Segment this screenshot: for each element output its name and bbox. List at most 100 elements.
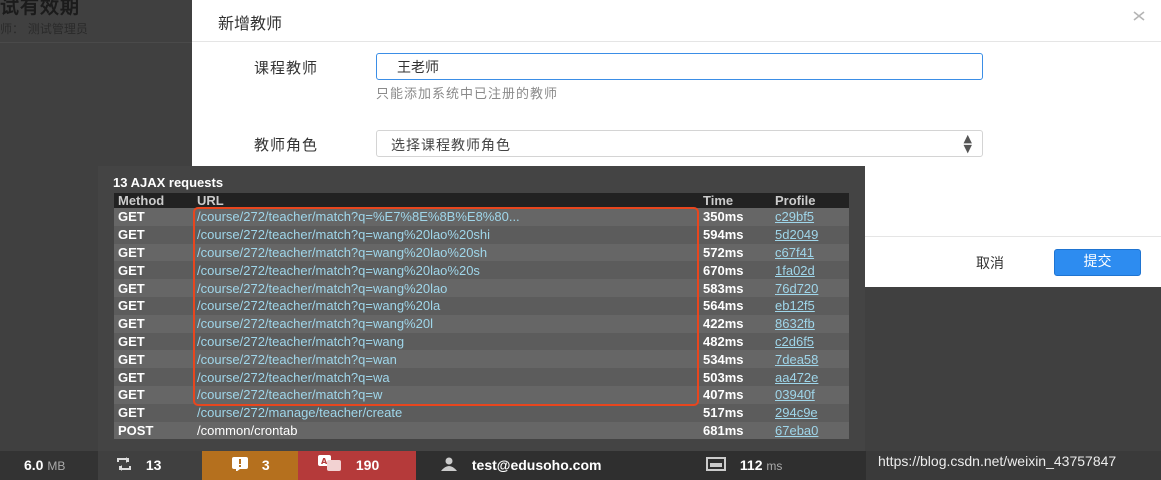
request-method: GET: [118, 209, 145, 225]
request-profile-link[interactable]: c29bf5: [771, 208, 849, 226]
time-unit: ms: [766, 459, 783, 473]
request-method: GET: [118, 387, 145, 403]
request-profile-link[interactable]: 76d720: [771, 279, 849, 297]
request-url[interactable]: /course/272/teacher/match?q=wan: [193, 350, 699, 368]
request-method: POST: [118, 422, 154, 438]
ajax-panel-title: 13 AJAX requests: [113, 175, 224, 190]
request-method: GET: [118, 369, 145, 385]
request-method: GET: [118, 316, 145, 332]
request-time: 482ms: [703, 333, 744, 349]
background-divider: [0, 42, 192, 43]
ajax-request-row[interactable]: GET/course/272/teacher/match?q=wang%20la…: [114, 243, 849, 262]
ajax-request-row[interactable]: GET/course/272/teacher/match?q=wang%20l 4…: [114, 314, 849, 333]
request-profile-link[interactable]: c2d6f5: [771, 333, 849, 351]
ajax-count: 13: [145, 457, 162, 473]
request-profile-link[interactable]: 7dea58: [771, 350, 849, 368]
request-profile-link[interactable]: 294c9e: [771, 404, 849, 422]
request-profile-link[interactable]: 8632fb: [771, 315, 849, 333]
request-url[interactable]: /course/272/teacher/match?q=wang%20l: [193, 315, 699, 333]
ajax-request-row[interactable]: GET/course/272/teacher/match?q=wang%20la…: [114, 261, 849, 280]
ajax-request-row[interactable]: GET/course/272/teacher/match?q=%E7%8E%8B…: [114, 208, 849, 226]
column-header-method: Method: [114, 193, 193, 208]
time-value: 112: [739, 457, 763, 473]
ajax-request-row[interactable]: GET/course/272/teacher/match?q=wang%20la…: [114, 279, 849, 297]
request-time: 350ms: [703, 209, 744, 225]
ajax-requests-panel: 13 AJAX requests Method URL Time Profile…: [98, 166, 865, 453]
request-profile-link[interactable]: 5d2049: [771, 226, 849, 244]
request-time: 534ms: [703, 351, 744, 367]
request-method: GET: [118, 333, 145, 349]
request-time: 572ms: [703, 244, 744, 260]
column-header-profile: Profile: [771, 193, 849, 208]
role-select-value: 选择课程教师角色: [391, 138, 511, 154]
toolbar-ajax[interactable]: 13: [98, 451, 202, 480]
submit-button[interactable]: 提交: [1054, 249, 1141, 276]
toolbar-translations[interactable]: A 190: [298, 451, 416, 480]
request-time: 594ms: [703, 227, 744, 243]
toolbar-user[interactable]: test@edusoho.com: [416, 451, 696, 480]
translation-icon: A: [318, 452, 342, 480]
role-field-label: 教师角色: [254, 136, 319, 154]
timer-icon: [706, 452, 726, 480]
memory-value: 6.0: [24, 457, 44, 473]
request-method: GET: [118, 298, 145, 314]
errors-count: 3: [261, 457, 270, 473]
request-url[interactable]: /course/272/teacher/match?q=wa: [193, 368, 699, 386]
cancel-button[interactable]: 取消: [976, 253, 1004, 273]
request-url[interactable]: /course/272/teacher/match?q=%E7%8E%8B%E8…: [193, 208, 699, 226]
column-header-url: URL: [193, 193, 699, 208]
ajax-request-row[interactable]: GET/course/272/teacher/match?q=w 407ms 039…: [114, 385, 849, 404]
request-profile-link[interactable]: 03940f: [771, 386, 849, 404]
ajax-requests-table: Method URL Time Profile GET/course/272/t…: [114, 193, 849, 440]
request-profile-link[interactable]: eb12f5: [771, 297, 849, 315]
request-time: 503ms: [703, 369, 744, 385]
request-url[interactable]: /course/272/teacher/match?q=wang%20lao%2…: [193, 244, 699, 262]
column-header-time: Time: [699, 193, 771, 208]
alert-icon: [232, 452, 248, 480]
toolbar-time[interactable]: 112 ms: [696, 451, 866, 480]
request-time: 517ms: [703, 405, 744, 421]
modal-header: 新增教师: [192, 0, 1161, 42]
request-method: GET: [118, 262, 145, 278]
ajax-request-row[interactable]: GET/course/272/teacher/match?q=wang%20la…: [114, 296, 849, 315]
request-url[interactable]: /course/272/manage/teacher/create: [193, 404, 699, 422]
request-url[interactable]: /course/272/teacher/match?q=wang: [193, 333, 699, 351]
ajax-request-row[interactable]: GET/course/272/teacher/match?q=wan 534ms 7…: [114, 350, 849, 369]
request-url[interactable]: /course/272/teacher/match?q=wang%20la: [193, 297, 699, 315]
request-profile-link[interactable]: c67f41: [771, 244, 849, 262]
user-email: test@edusoho.com: [471, 457, 602, 473]
request-time: 583ms: [703, 280, 744, 296]
toolbar-memory[interactable]: 6.0 MB: [0, 451, 98, 480]
request-profile-link[interactable]: 1fa02d: [771, 261, 849, 279]
request-profile-link[interactable]: aa472e: [771, 368, 849, 386]
ajax-request-row[interactable]: GET/course/272/teacher/match?q=wa 503ms aa…: [114, 368, 849, 386]
ajax-request-row[interactable]: POST/common/crontab 681ms 67eba0: [114, 421, 849, 440]
close-icon[interactable]: [1131, 8, 1147, 29]
request-url[interactable]: /course/272/teacher/match?q=wang%20lao%2…: [193, 261, 699, 279]
request-url[interactable]: /course/272/teacher/match?q=w: [193, 386, 699, 404]
request-url[interactable]: /course/272/teacher/match?q=wang%20lao: [193, 279, 699, 297]
request-url[interactable]: /common/crontab: [193, 422, 699, 440]
request-method: GET: [118, 405, 145, 421]
ajax-table-header-row: Method URL Time Profile: [114, 193, 849, 208]
watermark-text: https://blog.csdn.net/weixin_43757847: [866, 451, 1161, 480]
ajax-request-row[interactable]: GET/course/272/manage/teacher/create 517m…: [114, 403, 849, 422]
toolbar-errors[interactable]: 3: [202, 451, 298, 480]
request-method: GET: [118, 351, 145, 367]
request-time: 407ms: [703, 387, 744, 403]
ajax-request-row[interactable]: GET/course/272/teacher/match?q=wang%20la…: [114, 225, 849, 244]
close-icon-glyph: [1133, 11, 1145, 21]
request-profile-link[interactable]: 67eba0: [771, 422, 849, 440]
request-method: GET: [118, 280, 145, 296]
request-time: 422ms: [703, 316, 744, 332]
modal-title: 新增教师: [218, 14, 283, 33]
role-select[interactable]: 选择课程教师角色 ▲ ▼: [376, 130, 983, 157]
svg-text:A: A: [321, 457, 328, 466]
background-page-subtitle: 师： 测试管理员: [0, 22, 88, 36]
teacher-input[interactable]: [376, 53, 983, 80]
teacher-help-text: 只能添加系统中已注册的教师: [376, 87, 559, 102]
ajax-request-row[interactable]: GET/course/272/teacher/match?q=wang 482ms…: [114, 332, 849, 351]
request-url[interactable]: /course/272/teacher/match?q=wang%20lao%2…: [193, 226, 699, 244]
request-time: 564ms: [703, 298, 744, 314]
translations-count: 190: [355, 457, 380, 473]
